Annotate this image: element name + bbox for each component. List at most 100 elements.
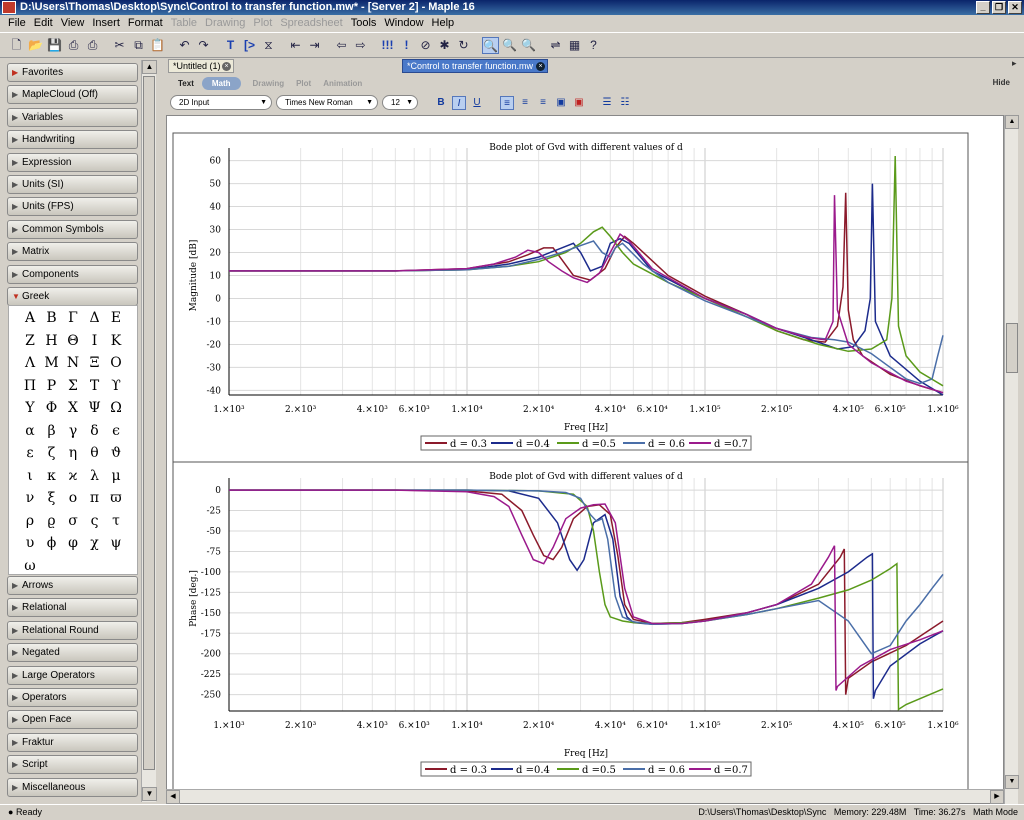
palette-script[interactable]: ▶ Script	[7, 755, 138, 775]
bold-button[interactable]: B	[434, 96, 448, 110]
greek-symbol[interactable]: ζ	[41, 445, 63, 461]
menu-view[interactable]: View	[57, 17, 89, 29]
greek-symbol[interactable]: Φ	[41, 400, 63, 416]
palette-variables[interactable]: ▶ Variables	[7, 107, 138, 127]
forward-icon[interactable]: ⇨	[352, 37, 369, 54]
numbered-list-icon[interactable]: ☷	[618, 96, 632, 110]
italic-button[interactable]: I	[452, 95, 466, 110]
greek-symbol[interactable]: ϰ	[62, 468, 84, 484]
palette-components[interactable]: ▶ Components	[7, 264, 138, 284]
greek-symbol[interactable]: ϖ	[105, 490, 127, 506]
expand-icon[interactable]: ⇥	[306, 37, 323, 54]
greek-symbol[interactable]: ϕ	[41, 535, 63, 551]
greek-symbol[interactable]: κ	[41, 468, 63, 484]
greek-symbol[interactable]: π	[84, 490, 106, 506]
menu-spreadsheet[interactable]: Spreadsheet	[276, 17, 346, 29]
palette-open-face[interactable]: ▶ Open Face	[7, 710, 138, 730]
menu-insert[interactable]: Insert	[88, 17, 124, 29]
underline-button[interactable]: U	[470, 96, 484, 110]
stop-icon[interactable]: ⊘	[417, 37, 434, 54]
scroll-down-arrow-icon[interactable]: ▼	[1005, 775, 1019, 789]
greek-symbol[interactable]: Ο	[105, 355, 127, 371]
greek-symbol[interactable]: Ω	[105, 400, 127, 416]
font-select[interactable]: Times New Roman	[276, 95, 378, 110]
greek-symbol[interactable]: Τ	[84, 378, 106, 394]
mode-text-button[interactable]: Text	[178, 79, 194, 88]
scroll-right-arrow-icon[interactable]: ▶	[990, 790, 1004, 804]
greek-symbol[interactable]: γ	[62, 423, 84, 439]
scroll-up-arrow-icon[interactable]: ▲	[142, 60, 157, 74]
greek-symbol[interactable]: Α	[19, 310, 41, 326]
mode-math-button[interactable]: Math	[201, 76, 241, 90]
tutor-icon[interactable]: ▦	[566, 37, 583, 54]
redo-icon[interactable]: ↷	[195, 37, 212, 54]
greek-symbol[interactable]: ο	[62, 490, 84, 506]
greek-symbol[interactable]: ψ	[105, 535, 127, 551]
greek-symbol[interactable]: Π	[19, 378, 41, 394]
palette-large-operators[interactable]: ▶ Large Operators	[7, 665, 138, 685]
new-icon[interactable]: 🗋	[8, 37, 25, 54]
zoom-out-icon[interactable]: 🔍	[520, 37, 537, 54]
greek-symbol[interactable]: ν	[19, 490, 41, 506]
greek-symbol[interactable]: ξ	[41, 490, 63, 506]
copy-icon[interactable]: ⧉	[130, 37, 147, 54]
greek-symbol[interactable]: υ	[19, 535, 41, 551]
menu-help[interactable]: Help	[428, 17, 459, 29]
greek-symbol[interactable]: Ψ	[84, 400, 106, 416]
greek-symbol[interactable]: ϵ	[105, 423, 127, 439]
palette-units-fps[interactable]: ▶ Units (FPS)	[7, 197, 138, 217]
text-mode-icon[interactable]: T	[222, 37, 239, 54]
greek-symbol[interactable]: μ	[105, 468, 127, 484]
greek-symbol[interactable]: Ρ	[41, 378, 63, 394]
greek-symbol[interactable]: τ	[105, 513, 127, 529]
palette-relational-round[interactable]: ▶ Relational Round	[7, 620, 138, 640]
scroll-thumb[interactable]	[143, 76, 155, 770]
undo-icon[interactable]: ↶	[176, 37, 193, 54]
greek-symbol[interactable]: ς	[84, 513, 106, 529]
debug-icon[interactable]: ✱	[436, 37, 453, 54]
palette-common-symbols[interactable]: ▶ Common Symbols	[7, 219, 138, 239]
palette-fraktur[interactable]: ▶ Fraktur	[7, 732, 138, 752]
palette-favorites[interactable]: ▶ Favorites	[7, 63, 138, 82]
greek-symbol[interactable]: Δ	[84, 310, 106, 326]
menu-window[interactable]: Window	[380, 17, 427, 29]
section-icon[interactable]: ⧖	[260, 37, 277, 54]
palette-maplecloud-off[interactable]: ▶ MapleCloud (Off)	[7, 85, 138, 105]
greek-symbol[interactable]: Θ	[62, 333, 84, 349]
palette-greek[interactable]: ▼ Greek	[7, 287, 138, 306]
minimize-button[interactable]: _	[976, 1, 990, 14]
bullet-list-icon[interactable]: ☰	[600, 96, 614, 110]
menu-drawing[interactable]: Drawing	[201, 17, 249, 29]
palette-handwriting[interactable]: ▶ Handwriting	[7, 130, 138, 150]
palette-scrollbar[interactable]: ▲ ▼	[141, 60, 157, 802]
palette-matrix[interactable]: ▶ Matrix	[7, 242, 138, 262]
tab-control-to-transfer-function[interactable]: *Control to transfer function.mw ×	[402, 59, 548, 73]
worksheet-vertical-scrollbar[interactable]: ▲ ▼	[1004, 115, 1019, 804]
greek-symbol[interactable]: ρ	[19, 513, 41, 529]
scroll-left-arrow-icon[interactable]: ◀	[166, 790, 180, 804]
greek-symbol[interactable]: φ	[62, 535, 84, 551]
execute-all-icon[interactable]: !!!	[379, 37, 396, 54]
greek-symbol[interactable]: ω	[19, 558, 41, 574]
menu-tools[interactable]: Tools	[347, 17, 381, 29]
greek-symbol[interactable]: Ε	[105, 310, 127, 326]
palette-expression[interactable]: ▶ Expression	[7, 152, 138, 172]
greek-symbol[interactable]: Β	[41, 310, 63, 326]
execute-icon[interactable]: !	[398, 37, 415, 54]
palette-negated[interactable]: ▶ Negated	[7, 643, 138, 663]
mode-animation-button[interactable]: Animation	[323, 79, 362, 88]
restart-icon[interactable]: ↻	[455, 37, 472, 54]
font-size-select[interactable]: 12	[382, 95, 418, 110]
palette-arrows[interactable]: ▶ Arrows	[7, 576, 138, 595]
hide-button[interactable]: Hide	[993, 78, 1010, 87]
align-center-icon[interactable]: ≡	[518, 96, 532, 110]
greek-symbol[interactable]: ϑ	[105, 445, 127, 461]
worksheet[interactable]: 60 50 40 30 20 10 0 -10 -20 -30 -40 1.×10³ 2.×10³ 4.×…	[166, 115, 1004, 804]
greek-symbol[interactable]: Ι	[84, 333, 106, 349]
palette-miscellaneous[interactable]: ▶ Miscellaneous	[7, 777, 138, 797]
palette-operators[interactable]: ▶ Operators	[7, 688, 138, 707]
mode-plot-button[interactable]: Plot	[296, 79, 311, 88]
tab-close-icon[interactable]: ×	[536, 62, 545, 71]
close-button[interactable]: ✕	[1008, 1, 1022, 14]
greek-symbol[interactable]: η	[62, 445, 84, 461]
